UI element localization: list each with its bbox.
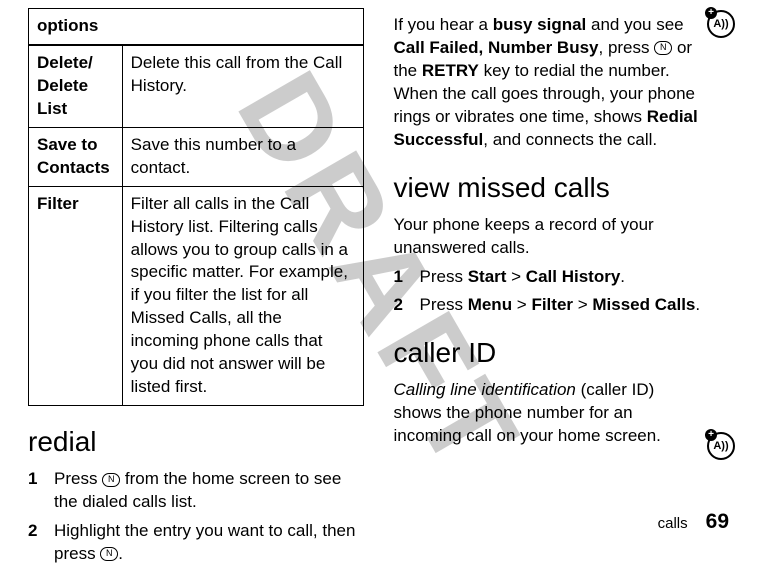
redial-step2: Highlight the entry you want to call, th… [54, 520, 364, 566]
opt-filter-label: Filter [29, 186, 123, 405]
step-number: 1 [28, 468, 54, 514]
opt-filter-desc: Filter all calls in the Call History lis… [122, 186, 363, 405]
caller-id-heading: caller ID [394, 337, 730, 369]
send-key-icon: N [654, 41, 672, 55]
send-key-icon: N [100, 547, 118, 561]
redial-heading: redial [28, 426, 364, 458]
send-key-icon: N [102, 473, 120, 487]
step-number: 2 [28, 520, 54, 566]
step-number: 2 [394, 294, 420, 317]
missed-step2: Press Menu > Filter > Missed Calls. [420, 294, 730, 317]
options-table: options Delete/ Delete List Delete this … [28, 8, 364, 406]
opt-delete-label: Delete/ Delete List [29, 45, 123, 127]
redial-step1: Press N from the home screen to see the … [54, 468, 364, 514]
opt-save-label: Save to Contacts [29, 127, 123, 186]
network-feature-badge-icon: + A)) [707, 432, 735, 460]
missed-calls-intro: Your phone keeps a record of your unansw… [394, 214, 730, 260]
step-number: 1 [394, 266, 420, 289]
missed-step1: Press Start > Call History. [420, 266, 730, 289]
opt-save-desc: Save this number to a contact. [122, 127, 363, 186]
options-header: options [29, 9, 364, 45]
missed-calls-heading: view missed calls [394, 172, 730, 204]
busy-signal-paragraph: If you hear a busy signal and you see Ca… [394, 14, 700, 152]
caller-id-paragraph: Calling line identification (caller ID) … [394, 379, 700, 448]
opt-delete-desc: Delete this call from the Call History. [122, 45, 363, 127]
network-feature-badge-icon: + A)) [707, 10, 735, 38]
